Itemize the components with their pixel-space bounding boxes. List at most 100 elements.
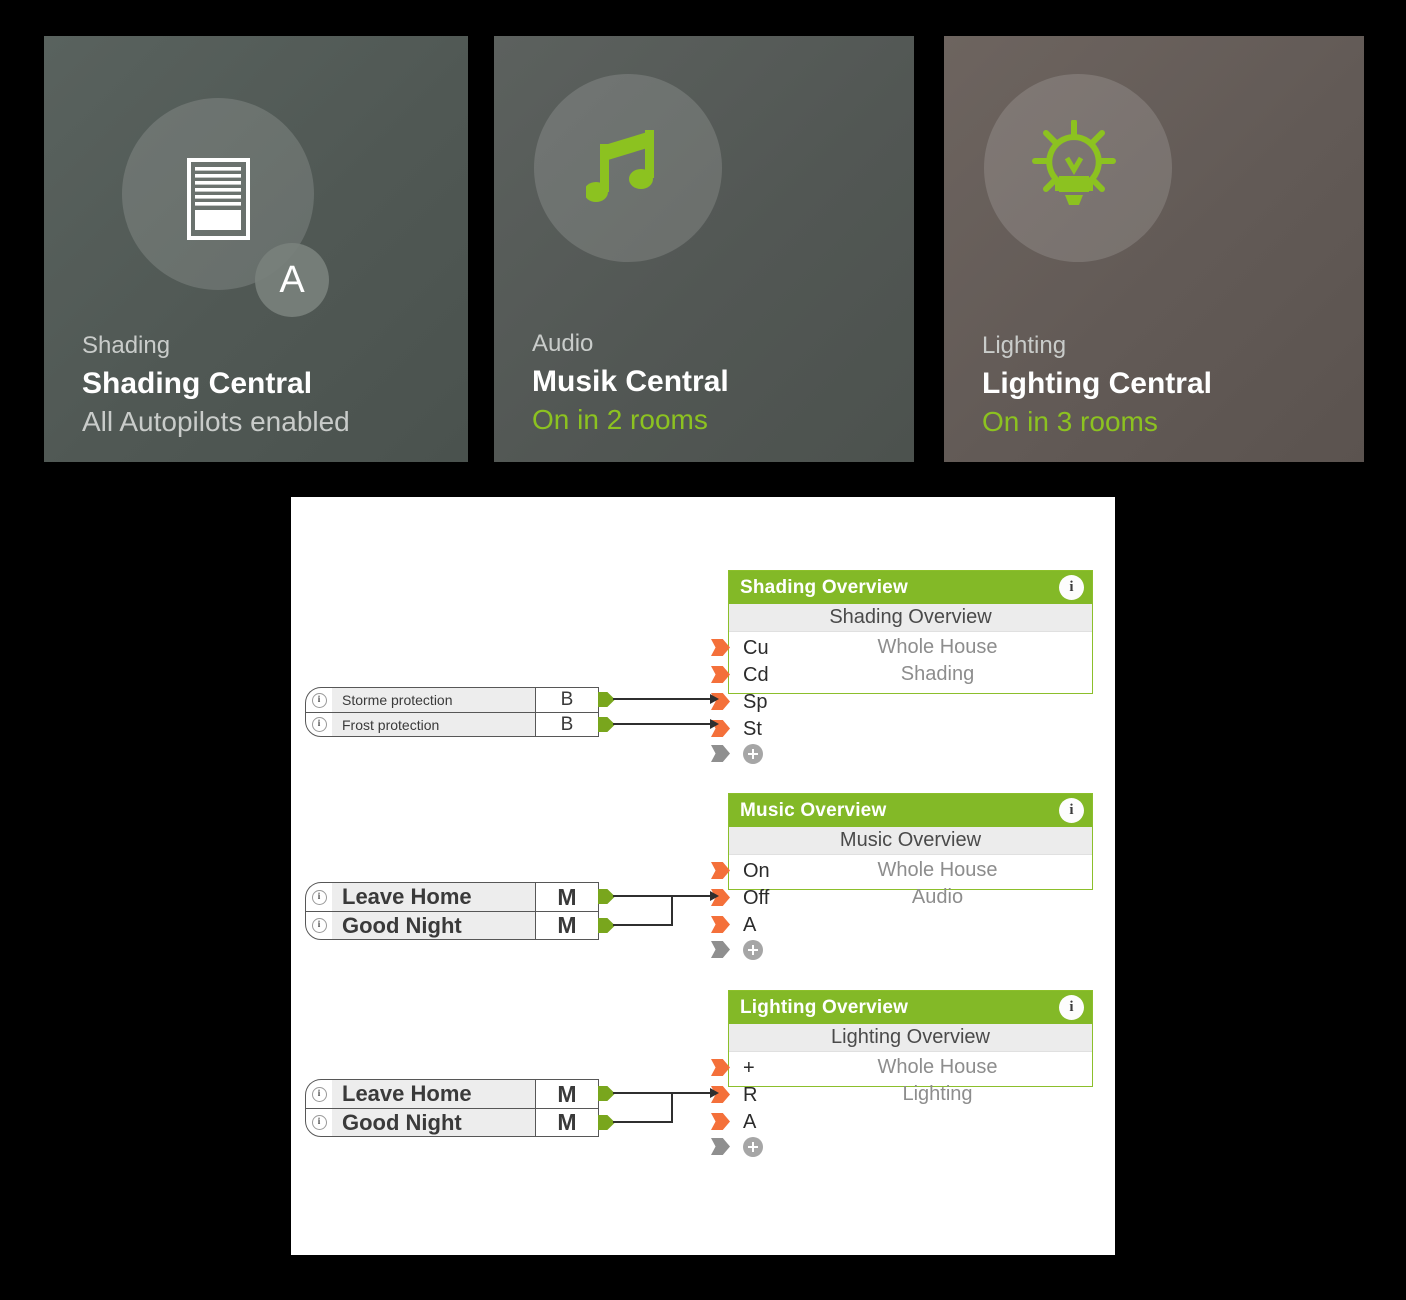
input-node-good-night-lighting[interactable]: i Good Night M xyxy=(305,1108,599,1137)
input-label: Sp xyxy=(743,690,768,713)
node-label: Leave Home xyxy=(332,1080,536,1108)
block-subtitle: Shading Overview xyxy=(729,604,1092,632)
block-music-overview[interactable]: Music Overview i Music Overview On Whole… xyxy=(711,793,1093,960)
io-row[interactable]: A xyxy=(711,1108,1092,1135)
block-value-line: Whole House xyxy=(877,636,998,658)
io-row[interactable]: A xyxy=(711,911,1092,938)
node-type-badge: B xyxy=(560,689,574,710)
block-value-line: Audio xyxy=(911,886,964,908)
connection-wire xyxy=(671,1092,673,1123)
connection-wire xyxy=(613,1121,673,1123)
node-type-badge: M xyxy=(557,912,577,938)
input-pin[interactable] xyxy=(711,862,730,879)
music-note-icon xyxy=(584,126,662,213)
input-node-leave-home-music[interactable]: i Leave Home M xyxy=(305,882,599,911)
block-header-title: Music Overview xyxy=(740,799,887,821)
io-row[interactable]: On Whole House xyxy=(711,857,1092,884)
input-label: On xyxy=(743,859,770,882)
block-header: Music Overview i xyxy=(729,794,1092,827)
block-shading-overview[interactable]: Shading Overview i Shading Overview Cu W… xyxy=(711,570,1093,764)
io-row[interactable]: Cd Shading xyxy=(711,661,1092,688)
connection-wire xyxy=(613,698,717,700)
connection-wire xyxy=(671,895,673,926)
input-node-leave-home-lighting[interactable]: i Leave Home M xyxy=(305,1079,599,1108)
add-icon[interactable] xyxy=(743,940,763,960)
input-label: + xyxy=(743,1056,755,1079)
block-value-line: Whole House xyxy=(877,859,998,881)
node-type-badge: M xyxy=(557,1080,577,1107)
node-label: Good Night xyxy=(332,912,536,939)
block-diagram-panel: Shading Overview i Shading Overview Cu W… xyxy=(291,497,1115,1255)
node-label: Good Night xyxy=(332,1109,536,1136)
node-type-badge: B xyxy=(560,713,574,735)
info-icon[interactable]: i xyxy=(306,1115,332,1130)
block-subtitle: Lighting Overview xyxy=(729,1024,1092,1052)
io-row[interactable]: St xyxy=(711,715,1092,742)
connection-wire xyxy=(613,895,717,897)
input-node-good-night-music[interactable]: i Good Night M xyxy=(305,911,599,940)
tile-card-shading[interactable]: A Shading Shading Central All Autopilots… xyxy=(44,36,468,462)
add-input-row[interactable] xyxy=(711,938,1092,962)
block-value-line: Whole House xyxy=(877,1056,998,1078)
info-icon[interactable]: i xyxy=(306,692,332,708)
blinds-icon xyxy=(186,157,251,245)
node-label: Frost protection xyxy=(332,713,536,736)
input-label: Cu xyxy=(743,636,769,659)
card-category-lighting: Lighting xyxy=(982,332,1067,359)
input-node-frost-protection[interactable]: i Frost protection B xyxy=(305,712,599,737)
info-icon[interactable]: i xyxy=(1059,798,1084,823)
node-label: Leave Home xyxy=(332,883,536,911)
card-category-audio: Audio xyxy=(532,330,594,357)
info-icon[interactable]: i xyxy=(306,1086,332,1102)
block-lighting-overview[interactable]: Lighting Overview i Lighting Overview + … xyxy=(711,990,1093,1157)
input-pin-inactive[interactable] xyxy=(711,745,730,762)
input-pin[interactable] xyxy=(711,666,730,683)
block-value-line: Shading xyxy=(900,663,975,685)
io-row[interactable]: R Lighting xyxy=(711,1081,1092,1108)
connection-arrow xyxy=(710,719,719,729)
block-value-line: Lighting xyxy=(902,1083,973,1105)
input-node-storm-protection[interactable]: i Storme protection B xyxy=(305,687,599,712)
info-icon[interactable]: i xyxy=(306,889,332,905)
node-type-badge: M xyxy=(557,883,577,910)
block-subtitle: Music Overview xyxy=(729,827,1092,855)
connection-arrow xyxy=(710,891,719,901)
info-icon[interactable]: i xyxy=(306,717,332,732)
autopilot-badge: A xyxy=(255,243,329,317)
light-bulb-icon xyxy=(1032,119,1117,217)
input-label: Cd xyxy=(743,663,769,686)
input-label: R xyxy=(743,1083,758,1106)
input-label: A xyxy=(743,913,757,936)
card-title-lighting: Lighting Central xyxy=(982,367,1212,400)
connection-wire xyxy=(613,723,717,725)
connection-arrow xyxy=(710,1088,719,1098)
block-header: Shading Overview i xyxy=(729,571,1092,604)
input-pin-inactive[interactable] xyxy=(711,1138,730,1155)
input-pin-inactive[interactable] xyxy=(711,941,730,958)
card-status-shading: All Autopilots enabled xyxy=(82,406,350,437)
input-pin[interactable] xyxy=(711,639,730,656)
info-icon[interactable]: i xyxy=(1059,575,1084,600)
add-icon[interactable] xyxy=(743,1137,763,1157)
io-row[interactable]: Sp xyxy=(711,688,1092,715)
add-input-row[interactable] xyxy=(711,742,1092,766)
block-header-title: Lighting Overview xyxy=(740,996,909,1018)
info-icon[interactable]: i xyxy=(306,918,332,933)
connection-arrow xyxy=(710,694,719,704)
io-row[interactable]: + Whole House xyxy=(711,1054,1092,1081)
add-input-row[interactable] xyxy=(711,1135,1092,1159)
io-row[interactable]: Off Audio xyxy=(711,884,1092,911)
card-title-shading: Shading Central xyxy=(82,367,313,400)
card-category-shading: Shading xyxy=(82,332,171,359)
tile-card-lighting[interactable]: Lighting Lighting Central On in 3 rooms xyxy=(944,36,1364,462)
block-header: Lighting Overview i xyxy=(729,991,1092,1024)
io-row[interactable]: Cu Whole House xyxy=(711,634,1092,661)
card-status-audio: On in 2 rooms xyxy=(532,404,708,435)
input-pin[interactable] xyxy=(711,916,730,933)
info-icon[interactable]: i xyxy=(1059,995,1084,1020)
input-pin[interactable] xyxy=(711,1113,730,1130)
input-pin[interactable] xyxy=(711,1059,730,1076)
add-icon[interactable] xyxy=(743,744,763,764)
tile-card-audio[interactable]: Audio Musik Central On in 2 rooms xyxy=(494,36,914,462)
autopilot-badge-label: A xyxy=(279,258,305,301)
